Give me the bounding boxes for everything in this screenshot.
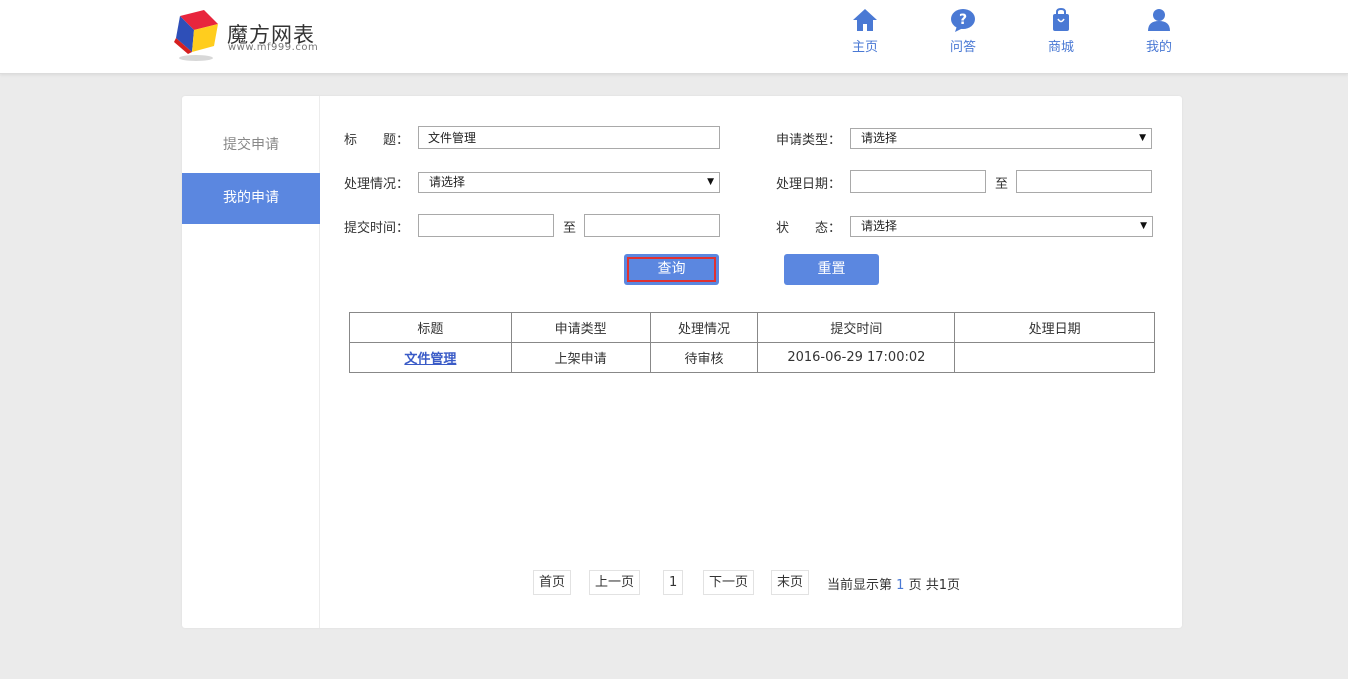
user-icon — [1148, 9, 1170, 31]
next-page-button[interactable]: 下一页 — [703, 570, 755, 595]
dropdown-arrow-icon: ▼ — [1139, 133, 1146, 143]
svg-text:?: ? — [959, 12, 967, 28]
submit-time-from-input[interactable] — [418, 214, 554, 237]
status-filter-select[interactable]: 请选择 ▼ — [850, 216, 1153, 237]
column-header-submit-time: 提交时间 — [757, 312, 956, 343]
process-status-value: 请选择 — [429, 175, 466, 189]
process-status-label: 处理情况： — [344, 177, 410, 192]
process-status-select[interactable]: 请选择 ▼ — [418, 172, 720, 193]
apply-type-label: 申请类型： — [776, 133, 842, 148]
status-filter-label: 状 态： — [776, 221, 842, 236]
submit-time-to-input[interactable] — [584, 214, 720, 237]
table-row: 文件管理 上架申请 待审核 2016-06-29 17:00:02 — [349, 342, 1155, 373]
submit-time-to-label: 至 — [563, 221, 577, 236]
table-cell-submit-time: 2016-06-29 17:00:02 — [757, 342, 956, 373]
nav-store[interactable]: 商城 — [1031, 6, 1091, 58]
column-header-title: 标题 — [349, 312, 512, 343]
title-filter-input[interactable] — [418, 126, 720, 149]
process-date-label: 处理日期： — [776, 177, 842, 192]
shopping-bag-icon — [1053, 8, 1069, 31]
results-table: 标题 申请类型 处理情况 提交时间 处理日期 文件管理 上架申请 待审核 201… — [349, 312, 1155, 373]
table-cell-title: 文件管理 — [349, 342, 512, 373]
title-filter-label: 标 题： — [344, 133, 410, 148]
current-page-number: 1 — [896, 578, 905, 593]
home-icon — [853, 9, 877, 31]
table-cell-process-date — [954, 342, 1155, 373]
sidebar-item-submit-application[interactable]: 提交申请 — [182, 120, 320, 171]
table-cell-process-status: 待审核 — [649, 342, 759, 373]
query-button[interactable]: 查询 — [624, 254, 719, 285]
page-number-button[interactable]: 1 — [663, 570, 684, 595]
page-info-prefix: 当前显示第 — [827, 578, 893, 593]
nav-mine-label: 我的 — [1145, 40, 1172, 55]
process-date-from-input[interactable] — [850, 170, 986, 193]
page-info-suffix: 页 共1页 — [908, 578, 960, 593]
nav-home-label: 主页 — [851, 40, 878, 55]
table-cell-apply-type: 上架申请 — [510, 342, 651, 373]
question-icon: ? — [951, 9, 975, 32]
status-filter-value: 请选择 — [861, 219, 898, 233]
reset-button[interactable]: 重置 — [784, 254, 879, 285]
first-page-button[interactable]: 首页 — [533, 570, 572, 595]
process-date-to-input[interactable] — [1016, 170, 1152, 193]
apply-type-select[interactable]: 请选择 ▼ — [850, 128, 1152, 149]
logo[interactable]: 魔方网表 www.mf999.com — [174, 8, 334, 64]
table-header-row: 标题 申请类型 处理情况 提交时间 处理日期 — [349, 312, 1155, 343]
logo-cube-icon — [174, 10, 218, 61]
sidebar: 提交申请 我的申请 — [182, 96, 320, 628]
sidebar-item-my-applications[interactable]: 我的申请 — [182, 173, 320, 224]
column-header-process-status: 处理情况 — [649, 312, 759, 343]
application-title-link[interactable]: 文件管理 — [404, 352, 456, 367]
nav-store-label: 商城 — [1047, 40, 1074, 55]
column-header-apply-type: 申请类型 — [510, 312, 651, 343]
nav-mine[interactable]: 我的 — [1129, 6, 1189, 58]
submit-time-label: 提交时间： — [344, 221, 410, 236]
prev-page-button[interactable]: 上一页 — [589, 570, 641, 595]
top-header: 魔方网表 www.mf999.com 主页 ? 问答 商城 我的 — [0, 0, 1348, 74]
dropdown-arrow-icon: ▼ — [1140, 221, 1147, 231]
process-date-to-label: 至 — [995, 177, 1009, 192]
nav-qa-label: 问答 — [949, 40, 976, 55]
nav-home[interactable]: 主页 — [835, 6, 895, 58]
main-card: 提交申请 我的申请 标 题： 申请类型： 请选择 ▼ 处理情况： 请选择 ▼ 处… — [182, 96, 1182, 628]
dropdown-arrow-icon: ▼ — [707, 177, 714, 187]
nav-qa[interactable]: ? 问答 — [933, 6, 993, 58]
page-info: 当前显示第 1 页 共1页 — [827, 574, 960, 593]
apply-type-value: 请选择 — [861, 131, 898, 145]
column-header-process-date: 处理日期 — [954, 312, 1155, 343]
last-page-button[interactable]: 末页 — [771, 570, 810, 595]
logo-url: www.mf999.com — [228, 42, 319, 53]
